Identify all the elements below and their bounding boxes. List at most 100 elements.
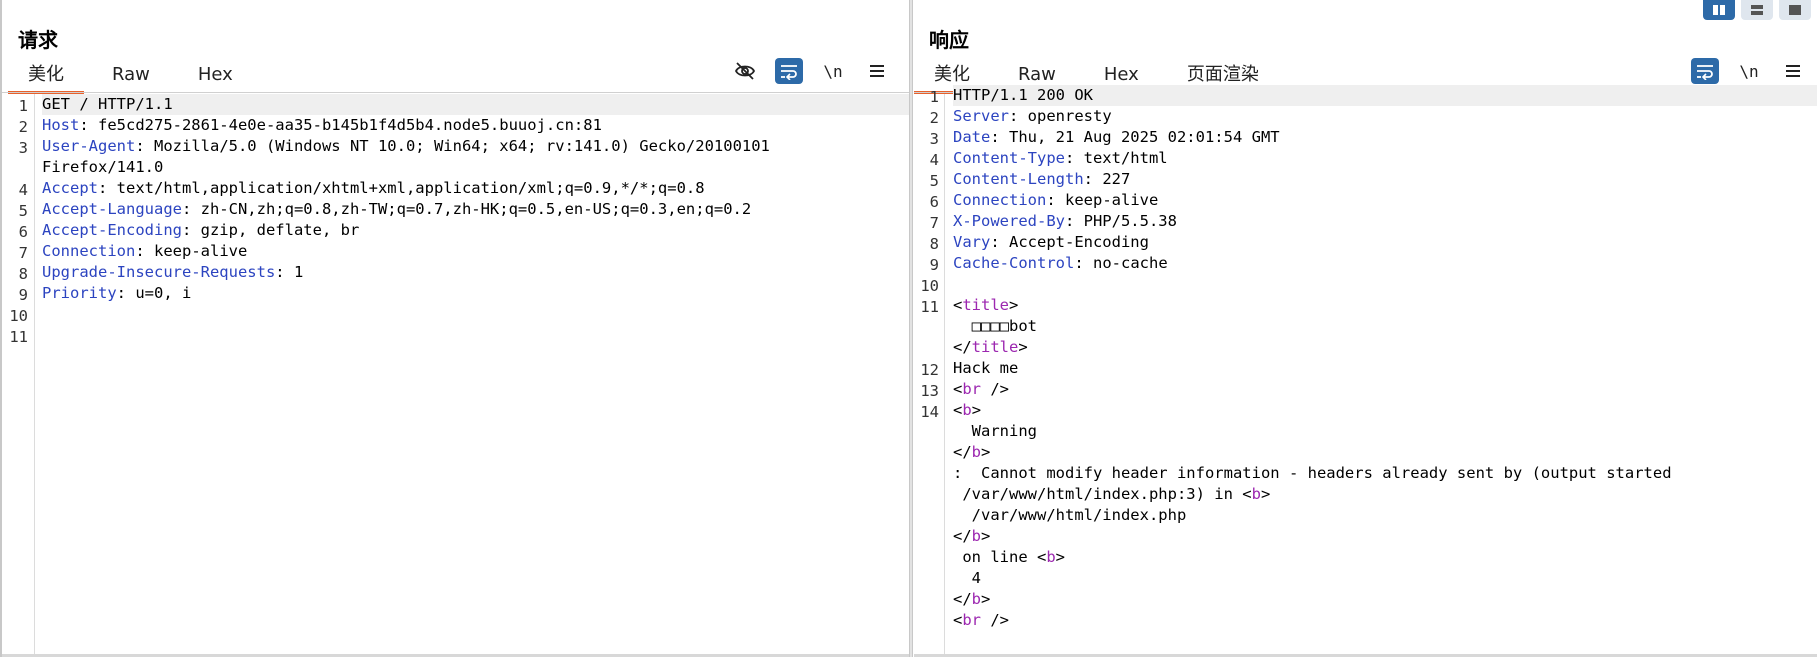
code-row: </b> bbox=[953, 589, 1817, 610]
code-line[interactable]: 1 GET / HTTP/1.1 bbox=[19, 94, 911, 115]
line-number: 11 bbox=[9, 328, 28, 346]
line-number: 3 bbox=[929, 130, 939, 148]
code-line[interactable]: 7 Connection: keep-alive bbox=[19, 241, 911, 262]
code-text: /> bbox=[981, 611, 1010, 629]
html-tag-name: br bbox=[962, 611, 982, 629]
menu-icon[interactable] bbox=[863, 58, 891, 84]
code-text: : keep-alive bbox=[135, 242, 248, 260]
response-pane: 响应 美化 Raw Hex 页面渲染 \n 1 HTTP/1.1 200 OK 2 S… bbox=[914, 0, 1817, 657]
code-line[interactable]: 2 Server: openresty bbox=[930, 106, 1817, 127]
code-line[interactable]: 8 Vary: Accept-Encoding bbox=[930, 232, 1817, 253]
code-text: : keep-alive bbox=[1046, 191, 1159, 209]
response-code[interactable]: 1 HTTP/1.1 200 OK 2 Server: openresty 3 Date:… bbox=[920, 85, 1817, 657]
code-line[interactable]: 6 Accept-Encoding: gzip, deflate, br bbox=[19, 220, 911, 241]
code-line[interactable]: 3 User-Agent: Mozilla/5.0 (Windows NT 10.… bbox=[19, 136, 911, 178]
code-row: /var/www/html/index.php bbox=[953, 505, 1817, 526]
code-text: □□□□bot bbox=[953, 317, 1037, 335]
code-line[interactable]: 10 bbox=[9, 304, 911, 325]
code-line[interactable]: 1 HTTP/1.1 200 OK bbox=[930, 85, 1817, 106]
header-name: Cache-Control bbox=[953, 254, 1075, 272]
code-text: : 227 bbox=[1083, 170, 1131, 188]
response-editor[interactable]: 1 HTTP/1.1 200 OK 2 Server: openresty 3 Date:… bbox=[914, 85, 1817, 657]
code-text: : Accept-Encoding bbox=[990, 233, 1149, 251]
code-row: Accept-Language: zh-CN,zh;q=0.8,zh-TW;q=… bbox=[42, 199, 911, 220]
response-toolbar: \n bbox=[1691, 58, 1807, 84]
header-name: X-Powered-By bbox=[953, 212, 1065, 230]
code-row: GET / HTTP/1.1 bbox=[42, 94, 911, 115]
code-row: on line <b> bbox=[953, 547, 1817, 568]
line-number: 2 bbox=[929, 109, 939, 127]
line-number: 6 bbox=[929, 193, 939, 211]
line-number: 8 bbox=[929, 235, 939, 253]
code-text: GET / HTTP/1.1 bbox=[42, 95, 173, 113]
code-row bbox=[953, 274, 1817, 295]
code-row: Date: Thu, 21 Aug 2025 02:01:54 GMT bbox=[953, 127, 1817, 148]
code-line[interactable]: 14 <b> Warning </b>: Cannot modify header … bbox=[920, 400, 1817, 652]
code-row bbox=[42, 304, 911, 325]
code-text: : PHP/5.5.38 bbox=[1064, 212, 1177, 230]
code-line[interactable]: 5 Content-Length: 227 bbox=[930, 169, 1817, 190]
code-line[interactable]: 11 <title> □□□□bot </title> bbox=[920, 295, 1817, 358]
code-text: > bbox=[981, 590, 991, 608]
code-row: <br /> bbox=[953, 610, 1817, 631]
line-number: 7 bbox=[18, 244, 28, 262]
code-line[interactable]: 4 Content-Type: text/html bbox=[930, 148, 1817, 169]
code-line[interactable]: 3 Date: Thu, 21 Aug 2025 02:01:54 GMT bbox=[930, 127, 1817, 148]
code-line[interactable]: 12 Hack me bbox=[920, 358, 1817, 379]
code-line[interactable]: 13 <br /> bbox=[920, 379, 1817, 400]
html-tag-name: b bbox=[971, 590, 982, 608]
code-text: < bbox=[953, 401, 963, 419]
word-wrap-icon[interactable] bbox=[1691, 58, 1719, 84]
split-vertical-icon[interactable] bbox=[1741, 0, 1773, 20]
pane-splitter[interactable] bbox=[909, 0, 913, 657]
header-name: Content-Length bbox=[953, 170, 1084, 188]
line-number: 1 bbox=[929, 88, 939, 106]
code-line[interactable]: 2 Host: fe5cd275-2861-4e0e-aa35-b145b1f4d… bbox=[19, 115, 911, 136]
request-tab-pretty[interactable]: 美化 bbox=[8, 64, 84, 94]
code-line[interactable]: 5 Accept-Language: zh-CN,zh;q=0.8,zh-TW;q… bbox=[19, 199, 911, 220]
code-line[interactable]: 11 bbox=[9, 325, 911, 346]
code-line[interactable]: 8 Upgrade-Insecure-Requests: 1 bbox=[19, 262, 911, 283]
request-code[interactable]: 1 GET / HTTP/1.1 2 Host: fe5cd275-2861-4e0e… bbox=[9, 94, 911, 346]
code-text: : text/html bbox=[1064, 149, 1168, 167]
hide-icon[interactable] bbox=[731, 58, 759, 84]
code-text: /var/www/html/index.php bbox=[953, 506, 1187, 524]
code-line[interactable]: 9 Cache-Control: no-cache bbox=[930, 253, 1817, 274]
code-text: : Cannot modify header information - hea… bbox=[953, 464, 1672, 482]
tabs-layout-icon[interactable] bbox=[1779, 0, 1811, 20]
split-horizontal-icon[interactable] bbox=[1703, 0, 1735, 20]
code-row: </b> bbox=[953, 442, 1817, 463]
request-tab-raw[interactable]: Raw bbox=[92, 64, 170, 92]
line-number: 10 bbox=[920, 277, 939, 295]
code-text: Warning bbox=[953, 422, 1037, 440]
html-tag-name: b bbox=[962, 401, 972, 419]
code-row: Host: fe5cd275-2861-4e0e-aa35-b145b1f4d5… bbox=[42, 115, 911, 136]
code-line[interactable]: 4 Accept: text/html,application/xhtml+xml… bbox=[19, 178, 911, 199]
header-name: Accept bbox=[42, 179, 98, 197]
code-line[interactable]: 7 X-Powered-By: PHP/5.5.38 bbox=[930, 211, 1817, 232]
code-row: X-Powered-By: PHP/5.5.38 bbox=[953, 211, 1817, 232]
code-text: > bbox=[1009, 296, 1019, 314]
code-row: : Cannot modify header information - hea… bbox=[953, 463, 1817, 484]
code-text: : text/html,application/xhtml+xml,applic… bbox=[98, 179, 705, 197]
code-text: : openresty bbox=[1009, 107, 1112, 125]
header-name: Connection bbox=[42, 242, 136, 260]
html-tag-name: b bbox=[1251, 485, 1261, 503]
code-line[interactable]: 9 Priority: u=0, i bbox=[19, 283, 911, 304]
code-text: : Mozilla/5.0 (Windows NT 10.0; Win64; x… bbox=[135, 137, 770, 155]
header-name: Date bbox=[953, 128, 991, 146]
code-line[interactable]: 6 Connection: keep-alive bbox=[930, 190, 1817, 211]
request-toolbar: \n bbox=[731, 58, 891, 84]
menu-icon[interactable] bbox=[1779, 58, 1807, 84]
code-text: 4 bbox=[953, 569, 981, 587]
code-text: : 1 bbox=[275, 263, 304, 281]
newline-icon[interactable]: \n bbox=[1735, 58, 1763, 84]
newline-icon[interactable]: \n bbox=[819, 58, 847, 84]
request-tab-hex[interactable]: Hex bbox=[178, 64, 253, 92]
code-row: Hack me bbox=[953, 358, 1817, 379]
html-tag-name: b bbox=[971, 527, 982, 545]
code-line[interactable]: 10 bbox=[920, 274, 1817, 295]
request-editor[interactable]: 1 GET / HTTP/1.1 2 Host: fe5cd275-2861-4e0e… bbox=[2, 94, 911, 657]
word-wrap-icon[interactable] bbox=[775, 58, 803, 84]
code-text: > bbox=[971, 401, 982, 419]
